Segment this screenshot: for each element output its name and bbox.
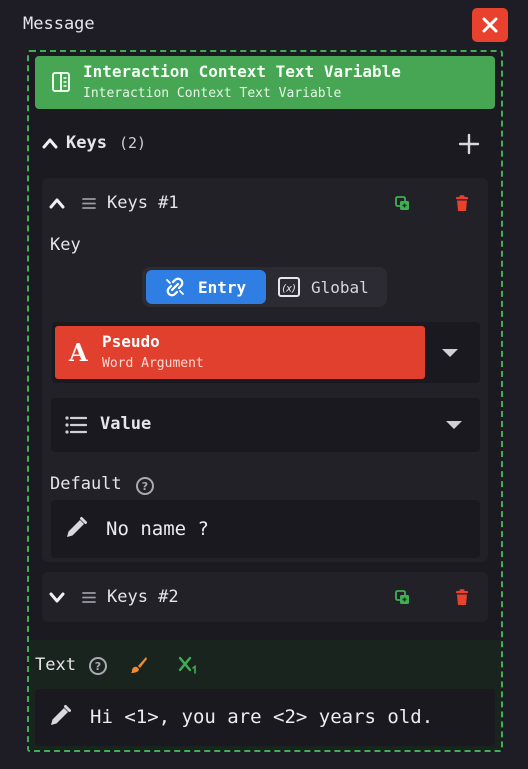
brush-icon[interactable] [130,656,148,674]
entry-toggle-option[interactable]: Entry [146,270,266,304]
text-label: Text [35,655,76,675]
keys-header[interactable]: Keys (2) [42,133,146,153]
text-input[interactable]: Hi <1>, you are <2> years old. [35,689,495,746]
close-icon [482,17,498,33]
svg-text:(x): (x) [282,284,296,295]
argument-icon: A [69,338,88,367]
key-label: Key [50,235,81,255]
chevron-down-icon[interactable] [442,349,458,357]
variable-title: Interaction Context Text Variable [83,62,401,81]
default-value: No name ? [106,518,209,540]
entry-label: Entry [198,278,247,297]
chevron-down-icon[interactable] [446,421,462,429]
help-icon[interactable]: ? [136,477,154,495]
chevron-up-icon[interactable] [49,197,65,209]
keys-label: Keys [66,133,107,153]
key-1-title: Keys #1 [107,193,179,213]
link-icon [166,277,184,297]
drag-handle-icon[interactable] [82,197,96,210]
subscript-icon[interactable] [178,656,200,674]
key-2-title: Keys #2 [107,587,179,607]
add-key-button[interactable] [458,133,480,155]
default-label: Default [50,474,122,494]
pencil-icon [67,517,87,537]
pencil-icon [51,705,71,725]
trash-icon[interactable] [455,195,469,212]
book-icon [52,72,70,92]
help-icon[interactable]: ? [89,657,107,675]
pseudo-title: Pseudo [102,332,160,351]
duplicate-icon[interactable] [395,590,410,605]
value-label: Value [100,414,152,434]
pseudo-subtitle: Word Argument [102,356,204,371]
duplicate-icon[interactable] [395,196,410,211]
variable-subtitle: Interaction Context Text Variable [83,86,342,101]
chevron-up-icon[interactable] [42,137,58,149]
default-input[interactable]: No name ? [51,500,480,558]
keys-count: (2) [118,134,147,152]
drag-handle-icon[interactable] [82,591,96,604]
global-label: Global [311,278,369,297]
key-source-toggle: Entry (x) Global [142,267,387,307]
chevron-down-icon[interactable] [49,591,65,603]
variable-banner[interactable]: Interaction Context Text Variable Intera… [35,56,495,109]
pseudo-card[interactable]: A Pseudo Word Argument [55,326,425,379]
value-select[interactable]: Value [51,398,480,452]
trash-icon[interactable] [455,589,469,606]
close-button[interactable] [472,8,508,42]
variable-icon: (x) [278,277,300,297]
list-icon [65,416,87,434]
text-value: Hi <1>, you are <2> years old. [90,706,434,728]
message-label: Message [23,14,95,34]
